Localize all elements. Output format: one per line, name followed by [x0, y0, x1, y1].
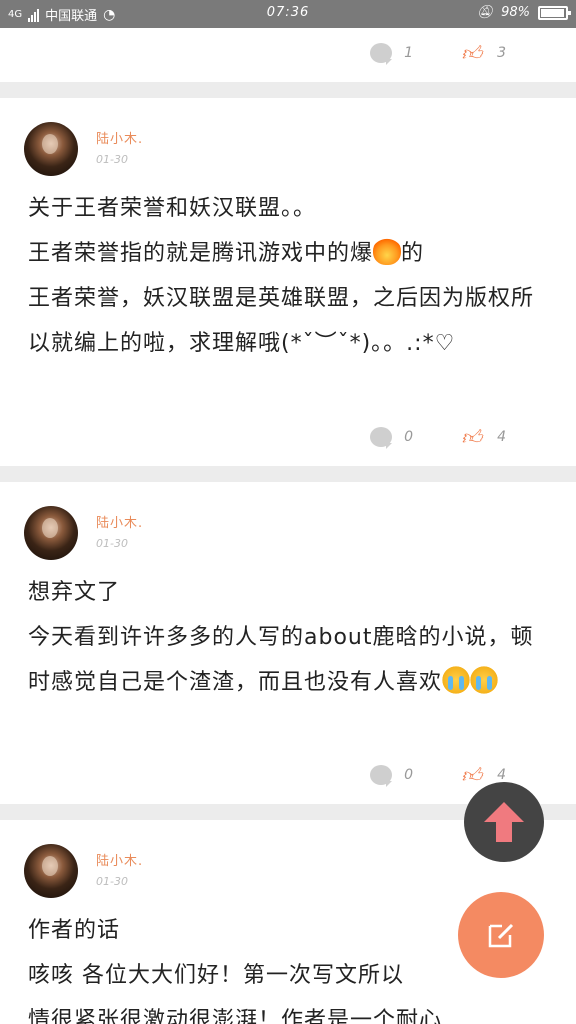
post-body: 想弃文了 今天看到许许多多的人写的about鹿晗的小说，顿时感觉自己是个渣渣，而… — [28, 570, 554, 705]
fire-emoji-icon — [373, 237, 402, 265]
scroll-to-top-button[interactable] — [464, 782, 544, 862]
post-actions: 0 👍︎ 4 — [370, 763, 506, 787]
post-actions: 1 👍︎ 3 — [370, 42, 506, 65]
post-date: 01-30 — [96, 153, 128, 166]
post-card[interactable]: 陆小木. 01-30 想弃文了 今天看到许许多多的人写的about鹿晗的小说，顿… — [0, 482, 576, 804]
author-meta: 陆小木. 01-30 — [96, 128, 143, 176]
comment-icon — [370, 427, 393, 449]
comment-button[interactable]: 1 — [370, 43, 414, 65]
like-button[interactable]: 👍︎ 4 — [461, 426, 506, 448]
battery-icon — [538, 5, 571, 20]
author-name: 陆小木. — [96, 132, 144, 147]
crying-emoji-icon — [470, 666, 499, 694]
like-count: 3 — [497, 45, 506, 61]
comment-button[interactable]: 0 — [370, 427, 414, 449]
author-name: 陆小木. — [96, 854, 144, 869]
author-meta: 陆小木. 01-30 — [96, 512, 143, 560]
avatar[interactable] — [24, 122, 78, 176]
post-line: 王者荣誉指的就是腾讯游戏中的爆的 — [28, 231, 554, 276]
like-count: 4 — [497, 429, 506, 445]
compose-button[interactable] — [458, 892, 544, 978]
post-line: 关于王者荣誉和妖汉联盟。。 — [28, 196, 317, 221]
like-count: 4 — [497, 767, 506, 783]
author-meta: 陆小木. 01-30 — [96, 850, 143, 898]
post-date: 01-30 — [96, 537, 128, 550]
avatar[interactable] — [24, 844, 78, 898]
post-body: 关于王者荣誉和妖汉联盟。。 王者荣誉指的就是腾讯游戏中的爆的 王者荣誉，妖汉联盟… — [28, 186, 554, 366]
comment-button[interactable]: 0 — [370, 765, 414, 787]
thumbs-up-icon: 👍︎ — [461, 425, 482, 449]
post-line: 情很紧张很激动很澎湃！作者是一个耐心 — [28, 1008, 443, 1024]
comment-count: 0 — [404, 429, 414, 445]
thumbs-up-icon: 👍︎ — [461, 41, 482, 65]
comment-icon — [370, 765, 393, 787]
comment-count: 1 — [404, 45, 414, 61]
post-actions: 0 👍︎ 4 — [370, 426, 506, 449]
mute-icon: 🔕︎ — [476, 5, 494, 20]
post-line: 今天看到许许多多的人写的about鹿晗的小说，顿时感觉自己是个渣渣，而且也没有人… — [28, 625, 534, 695]
post-line: 想弃文了 — [28, 580, 121, 605]
author-header[interactable]: 陆小木. 01-30 — [24, 122, 143, 176]
battery-percent: 98% — [501, 5, 530, 20]
arrow-up-icon — [484, 802, 524, 842]
post-line: 王者荣誉，妖汉联盟是英雄联盟，之后因为版权所以就编上的啦，求理解哦(*ˇ︶ˇ*)… — [28, 286, 535, 356]
like-button[interactable]: 👍︎ 3 — [461, 42, 506, 64]
author-header[interactable]: 陆小木. 01-30 — [24, 506, 143, 560]
avatar[interactable] — [24, 506, 78, 560]
comment-icon — [370, 43, 393, 65]
status-right: 🔕︎ 98% — [476, 5, 571, 20]
edit-icon — [488, 923, 514, 948]
author-header[interactable]: 陆小木. 01-30 — [24, 844, 143, 898]
author-name: 陆小木. — [96, 516, 144, 531]
thumbs-up-icon: 👍︎ — [461, 763, 482, 787]
post-card[interactable]: 陆小木. 01-30 关于王者荣誉和妖汉联盟。。 王者荣誉指的就是腾讯游戏中的爆… — [0, 98, 576, 466]
post-date: 01-30 — [96, 875, 128, 888]
post-card: 1 👍︎ 3 — [0, 28, 576, 82]
crying-emoji-icon — [442, 666, 471, 694]
status-bar: 4G 中国联通 ◔ 07:36 🔕︎ 98% — [0, 0, 576, 28]
comment-count: 0 — [404, 767, 414, 783]
